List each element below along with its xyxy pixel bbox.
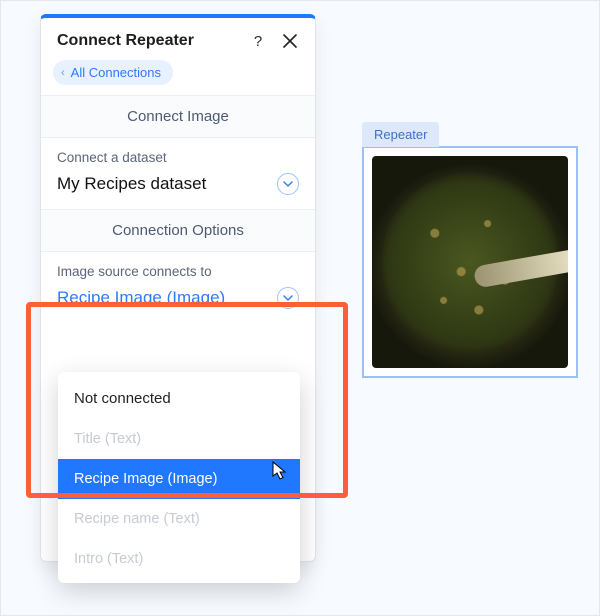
breadcrumb-row: ‹ All Connections [41,60,315,95]
image-source-field: Image source connects to Recipe Image (I… [41,252,315,323]
section-connect-image: Connect Image [41,95,315,138]
repeater-container[interactable] [362,146,578,378]
image-source-value[interactable]: Recipe Image (Image) [57,288,225,308]
section-connection-options: Connection Options [41,210,315,252]
recipe-image-preview[interactable] [372,156,568,368]
dataset-field: Connect a dataset My Recipes dataset [41,138,315,210]
panel-header: Connect Repeater ? [41,18,315,60]
chevron-left-icon: ‹ [61,67,65,79]
dropdown-option-recipe-name[interactable]: Recipe name (Text) [58,499,300,539]
dropdown-option-not-connected[interactable]: Not connected [58,376,300,419]
dropdown-option-recipe-image[interactable]: Recipe Image (Image) [58,459,300,499]
dataset-label: Connect a dataset [57,150,299,165]
image-source-chevron-down-icon[interactable] [277,287,299,309]
panel-title: Connect Repeater [57,32,235,50]
dataset-value: My Recipes dataset [57,174,206,194]
repeater-tab[interactable]: Repeater [362,122,439,147]
dropdown-option-intro[interactable]: Intro (Text) [58,539,300,579]
image-source-label: Image source connects to [57,264,299,279]
help-icon[interactable]: ? [249,32,267,50]
spoon-overlay [473,249,568,288]
image-source-dropdown: Not connected Title (Text) Recipe Image … [58,372,300,583]
breadcrumb-label: All Connections [71,65,161,80]
dataset-chevron-down-icon[interactable] [277,173,299,195]
dropdown-option-title[interactable]: Title (Text) [58,419,300,459]
breadcrumb-all-connections[interactable]: ‹ All Connections [53,60,173,85]
close-icon[interactable] [281,32,299,50]
